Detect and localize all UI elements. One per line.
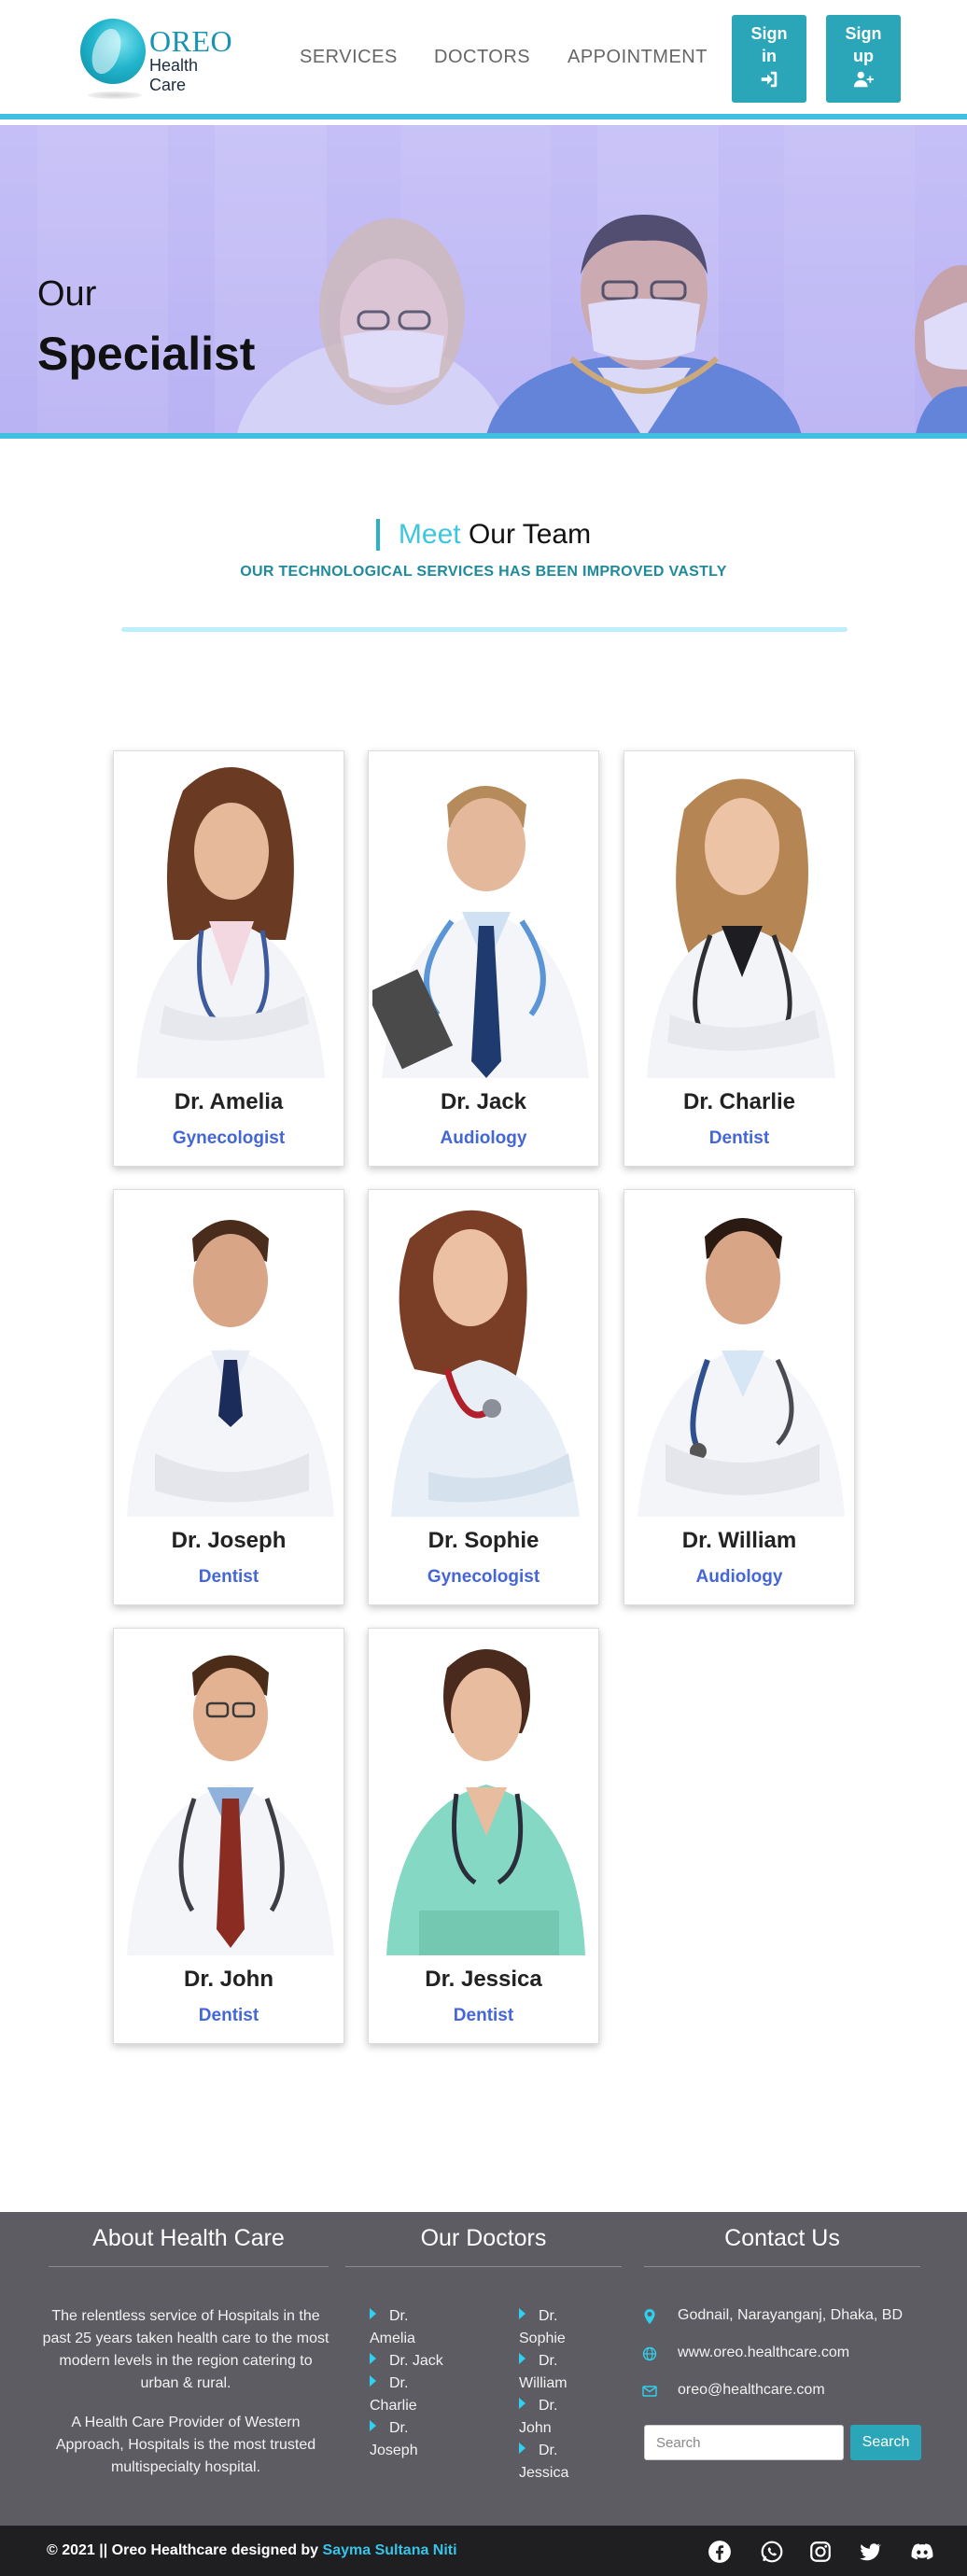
doctor-photo [372,1631,596,1955]
author-link[interactable]: Sayma Sultana Niti [323,2542,457,2558]
hero-doctors-image [0,125,967,433]
map-marker-icon [644,2309,655,2324]
doctor-name: Dr. Sophie [427,1528,540,1553]
discord-icon[interactable] [910,2540,934,2564]
footer-about-text: The relentless service of Hospitals in t… [42,2308,329,2391]
brand-logo[interactable]: OREO Health Care [80,17,239,101]
doctor-card[interactable]: Dr. Jack Audiology [368,750,599,1167]
footer-doctor-link[interactable]: Dr. Jessica [519,2440,603,2485]
doctor-card[interactable]: Dr. Charlie Dentist [624,750,855,1167]
nav-services-link[interactable]: SERVICES [300,47,398,68]
footer-doctor-link[interactable]: Dr. John [519,2395,603,2440]
doctor-photo [628,753,852,1078]
doctor-specialty: Dentist [198,2006,259,2025]
brand-tagline: Health Care [149,56,199,94]
doctor-card[interactable]: Dr. Joseph Dentist [113,1189,344,1605]
doctor-photo [118,1631,342,1955]
doctor-name: Dr. Amelia [174,1089,284,1114]
hero-heading-line2: Specialist [37,328,256,380]
doctor-specialty: Gynecologist [427,1567,540,1587]
doctor-specialty: Gynecologist [172,1128,286,1148]
sign-up-button[interactable]: Sign up [826,15,901,103]
bottom-bar: © 2021 || Oreo Healthcare designed by Sa… [0,2526,967,2576]
footer-divider [345,2266,622,2267]
caret-right-icon [370,2420,376,2431]
footer-doctor-link[interactable]: Dr. Charlie [370,2373,454,2417]
caret-right-icon [370,2375,376,2387]
footer-search-button[interactable]: Search [850,2425,921,2460]
doctor-specialty: Dentist [453,2006,514,2025]
doctor-photo [372,1192,596,1517]
brand-name: OREO [149,24,233,58]
hero-heading-line1: Our [37,274,97,314]
envelope-icon [642,2386,657,2397]
team-title-accent: Meet [398,519,461,550]
doctor-name: Dr. Joseph [171,1528,287,1553]
team-heading: Meet Our Team [0,519,967,551]
doctor-name: Dr. John [183,1967,273,1992]
doctor-name: Dr. William [681,1528,797,1553]
nav-doctors-link[interactable]: DOCTORS [434,47,530,68]
doctor-photo [628,1192,852,1517]
doctor-card[interactable]: Dr. Amelia Gynecologist [113,750,344,1167]
nav-appointment-link[interactable]: APPOINTMENT [568,47,708,68]
doctor-card[interactable]: Dr. Sophie Gynecologist [368,1189,599,1605]
footer-doctor-link[interactable]: Dr. Jack [370,2350,454,2373]
whatsapp-icon[interactable] [760,2540,784,2564]
doctor-card[interactable]: Dr. William Audiology [624,1189,855,1605]
user-plus-icon [853,71,874,88]
caret-right-icon [370,2353,376,2364]
doctor-specialty: Dentist [708,1128,770,1148]
team-subtitle: OUR TECHNOLOGICAL SERVICES HAS BEEN IMPR… [240,564,727,580]
sign-in-button[interactable]: Sign in [732,15,806,103]
footer-doctor-link[interactable]: Dr. William [519,2350,603,2395]
doctor-photo [372,753,596,1078]
doctor-card[interactable]: Dr. John Dentist [113,1628,344,2044]
footer-doctors-title: Our Doctors [420,2225,547,2251]
hero-banner: Our Specialist [0,125,967,439]
footer-about-text: A Health Care Provider of Western Approa… [55,2415,316,2475]
footer-search-input[interactable] [644,2425,844,2460]
twitter-icon[interactable] [858,2540,882,2564]
doctor-name: Dr. Jessica [425,1967,542,1992]
doctor-specialty: Audiology [440,1128,527,1148]
caret-right-icon [519,2308,526,2319]
doctor-specialty: Dentist [198,1567,259,1587]
caret-right-icon [519,2353,526,2364]
copyright-text: © 2021 || Oreo Healthcare designed by Sa… [47,2542,457,2558]
footer-divider [49,2266,329,2267]
doctor-card[interactable]: Dr. Jessica Dentist [368,1628,599,2044]
caret-right-icon [519,2398,526,2409]
logo-globe-icon [80,19,146,84]
doctor-photo [118,1192,342,1517]
footer-doctor-link[interactable]: Dr. Joseph [370,2417,454,2462]
doctor-specialty: Audiology [695,1567,783,1587]
sign-in-icon [761,71,778,88]
doctor-name: Dr. Jack [440,1089,527,1114]
caret-right-icon [370,2308,376,2319]
globe-icon [642,2346,657,2361]
footer-about-title: About Health Care [92,2225,285,2251]
footer-doctor-link[interactable]: Dr. Sophie [519,2305,603,2350]
doctor-name: Dr. Charlie [682,1089,796,1114]
footer-doctor-link[interactable]: Dr. Amelia [370,2305,454,2350]
section-divider [121,627,848,632]
team-title-rest: Our Team [468,519,592,550]
navbar: OREO Health Care SERVICES DOCTORS APPOIN… [0,0,967,119]
doctor-photo [118,753,342,1078]
footer-contact-title: Contact Us [724,2225,840,2251]
footer-divider [644,2266,920,2267]
caret-right-icon [519,2443,526,2454]
facebook-icon[interactable] [708,2540,732,2564]
instagram-icon[interactable] [808,2540,833,2564]
